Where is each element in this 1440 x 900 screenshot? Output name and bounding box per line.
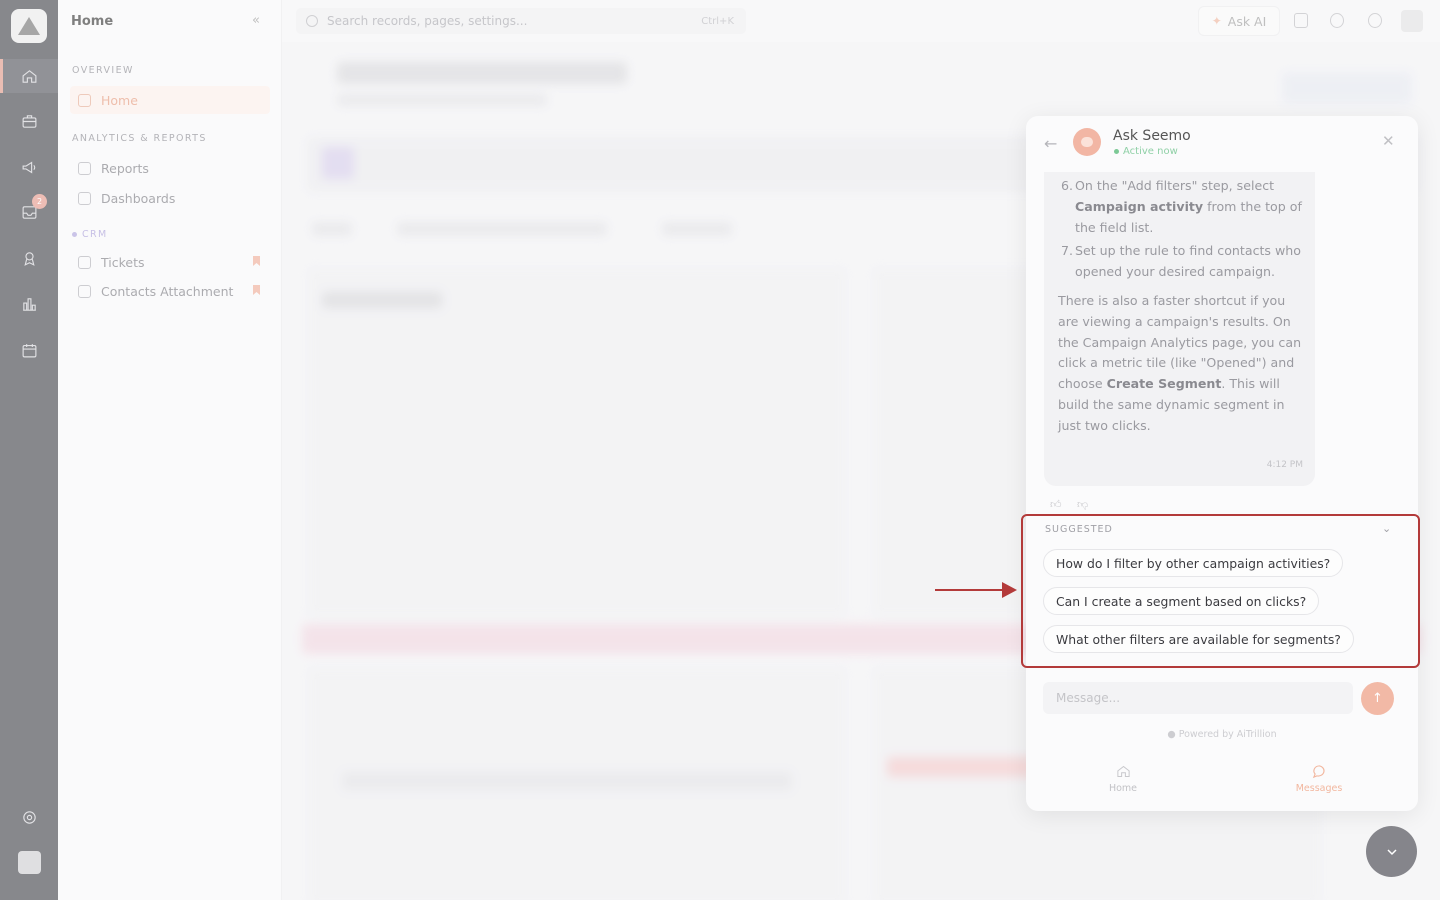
section-overview: OVERVIEW: [72, 65, 134, 76]
step-text: On the "Add filters" step, select: [1075, 178, 1275, 193]
home-icon: [22, 69, 36, 83]
rail-calendar-button[interactable]: [0, 333, 58, 367]
user-avatar[interactable]: [18, 851, 41, 874]
chat-panel: ← Ask Seemo Active now ✕ 6. On the "Add f…: [1026, 116, 1418, 811]
top-bar: Search records, pages, settings... Ctrl+…: [282, 0, 1440, 42]
icon-rail: 2: [0, 0, 58, 900]
sidebar-item-label: Dashboards: [101, 190, 176, 206]
sidebar-item-label: Home: [101, 92, 138, 108]
search-icon: [306, 15, 318, 27]
bar-chart-icon: [78, 161, 91, 175]
moon-icon[interactable]: [1368, 13, 1382, 28]
tab-messages[interactable]: Messages: [1279, 764, 1359, 794]
list-item: 7. Set up the rule to find contacts who o…: [1058, 241, 1303, 283]
rail-home-button[interactable]: [0, 59, 58, 93]
powered-by: ● Powered by AiTrillion: [1026, 729, 1418, 740]
search-input[interactable]: Search records, pages, settings... Ctrl+…: [296, 8, 746, 34]
step-number: 7.: [1061, 243, 1074, 259]
sidebar-title: Home: [71, 14, 114, 29]
sidebar-item-label: Reports: [101, 160, 149, 176]
sidebar-item-home[interactable]: Home: [70, 86, 270, 114]
sidebar-item-label: Contacts Attachment: [101, 283, 234, 299]
bot-avatar: [1073, 128, 1101, 156]
rail-settings-button[interactable]: [0, 800, 58, 834]
steps-list: 6. On the "Add filters" step, select Camp…: [1058, 176, 1303, 283]
rail-inbox-button[interactable]: [0, 195, 58, 229]
cube-icon: [78, 255, 91, 269]
bookmark-icon[interactable]: [253, 285, 260, 295]
rail-award-button[interactable]: [0, 241, 58, 275]
bookmark-icon[interactable]: [1294, 13, 1308, 28]
sidebar: Home « OVERVIEW Home ANALYTICS & REPORTS…: [58, 0, 282, 900]
tab-messages-label: Messages: [1295, 783, 1343, 794]
step-number: 6.: [1061, 178, 1074, 193]
thumbs-down-icon[interactable]: 👎︎: [1077, 498, 1088, 511]
sidebar-item-label: Tickets: [101, 254, 145, 270]
suggested-highlight-box: [1021, 514, 1420, 668]
rail-briefcase-button[interactable]: [0, 104, 58, 138]
search-placeholder: Search records, pages, settings...: [327, 14, 528, 28]
cube-icon: [78, 284, 91, 298]
collapse-chat-button[interactable]: [1366, 826, 1417, 877]
send-button[interactable]: ↑: [1361, 682, 1394, 715]
step-bold: Campaign activity: [1075, 198, 1204, 214]
tab-home-label: Home: [1108, 783, 1138, 794]
back-arrow-icon[interactable]: ←: [1044, 134, 1057, 153]
search-shortcut: Ctrl+K: [701, 15, 734, 27]
megaphone-icon: [22, 161, 35, 173]
inbox-badge: 2: [32, 194, 47, 209]
section-analytics: ANALYTICS & REPORTS: [72, 133, 207, 144]
bot-status-text: Active now: [1123, 146, 1178, 157]
sidebar-item-contacts-attachment[interactable]: Contacts Attachment: [70, 277, 270, 305]
briefcase-icon: [22, 114, 36, 128]
sparkle-icon: ✦: [1211, 14, 1222, 28]
section-crm: CRM: [72, 229, 108, 240]
bar-chart-icon: [22, 297, 36, 311]
message-paragraph: There is also a faster shortcut if you a…: [1058, 291, 1303, 437]
sidebar-item-tickets[interactable]: Tickets: [70, 248, 270, 276]
message-time: 4:12 PM: [1266, 460, 1303, 471]
award-icon: [23, 251, 35, 266]
collapse-sidebar-icon[interactable]: «: [252, 13, 260, 28]
bot-name: Ask Seemo: [1113, 128, 1191, 144]
step-text: Set up the rule to find contacts who ope…: [1075, 243, 1301, 280]
bookmark-icon[interactable]: [253, 256, 260, 266]
powered-by-text: Powered by AiTrillion: [1178, 729, 1277, 740]
annotation-arrow-head: [1002, 582, 1017, 598]
section-crm-label: CRM: [82, 229, 108, 240]
grid-icon: [78, 191, 91, 205]
bot-status: Active now: [1114, 146, 1178, 157]
home-icon: [1116, 765, 1130, 777]
crm-dot-icon: [72, 232, 77, 237]
rail-analytics-button[interactable]: [0, 287, 58, 321]
sidebar-item-dashboards[interactable]: Dashboards: [70, 184, 270, 212]
thumbs-up-icon[interactable]: 👍︎: [1050, 498, 1062, 511]
powered-dot-icon: ●: [1167, 729, 1179, 740]
para-bold: Create Segment: [1106, 376, 1222, 392]
gear-icon: [22, 810, 36, 824]
top-avatar[interactable]: [1401, 10, 1423, 32]
ask-ai-button[interactable]: ✦ Ask AI: [1198, 6, 1280, 36]
online-dot-icon: [1114, 148, 1119, 154]
calendar-icon: [22, 343, 36, 357]
close-icon[interactable]: ✕: [1382, 132, 1395, 150]
message-input[interactable]: [1043, 682, 1353, 714]
annotation-arrow-line: [935, 589, 1005, 591]
rail-megaphone-button[interactable]: [0, 150, 58, 184]
bot-message: 6. On the "Add filters" step, select Camp…: [1044, 172, 1315, 486]
list-item: 6. On the "Add filters" step, select Camp…: [1058, 176, 1303, 238]
alarm-clock-icon[interactable]: [1330, 13, 1344, 28]
chevron-down-icon: [1386, 848, 1397, 855]
app-logo[interactable]: [11, 9, 47, 43]
home-icon: [78, 93, 91, 107]
chat-bubble-icon: [1312, 765, 1325, 779]
tab-home[interactable]: Home: [1083, 764, 1163, 794]
ask-ai-label: Ask AI: [1227, 13, 1267, 29]
sidebar-item-reports[interactable]: Reports: [70, 154, 270, 182]
arrow-up-icon: ↑: [1372, 691, 1383, 706]
chat-header: ← Ask Seemo Active now ✕: [1026, 116, 1418, 172]
